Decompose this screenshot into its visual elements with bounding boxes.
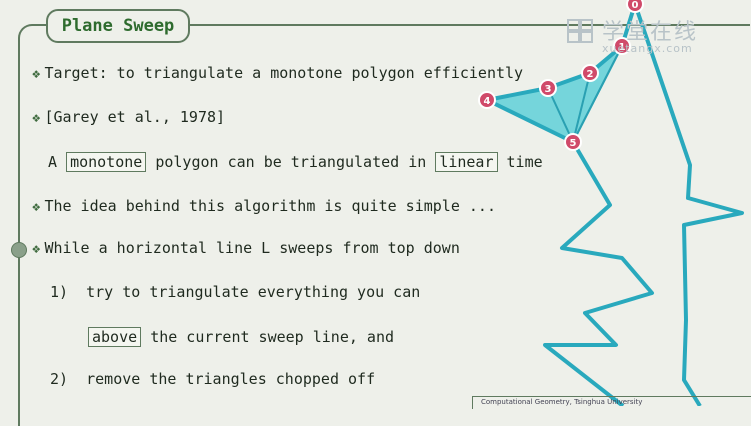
vertex-5-label: 5 [570,138,577,149]
polygon-boundary-right [633,3,744,406]
vertex-4: 4 [478,91,496,109]
vertex-5: 5 [564,133,582,151]
monotone-polygon-figure: 0 1 2 3 4 5 [478,0,744,406]
vertex-3-label: 3 [545,84,552,95]
vertex-0: 0 [626,0,644,13]
vertex-0-label: 0 [632,0,639,11]
xuetang-logo-icon [567,19,593,43]
vertex-4-label: 4 [484,96,491,107]
polygon-boundary [485,3,654,406]
vertex-3: 3 [539,79,557,97]
watermark: 学堂在线 xuetangx.com [566,14,698,55]
slide-footer: Computational Geometry, Tsinghua Univers… [472,396,751,409]
vertex-2: 2 [581,64,599,82]
vertex-2-label: 2 [587,69,594,80]
watermark-en: xuetangx.com [602,42,693,55]
